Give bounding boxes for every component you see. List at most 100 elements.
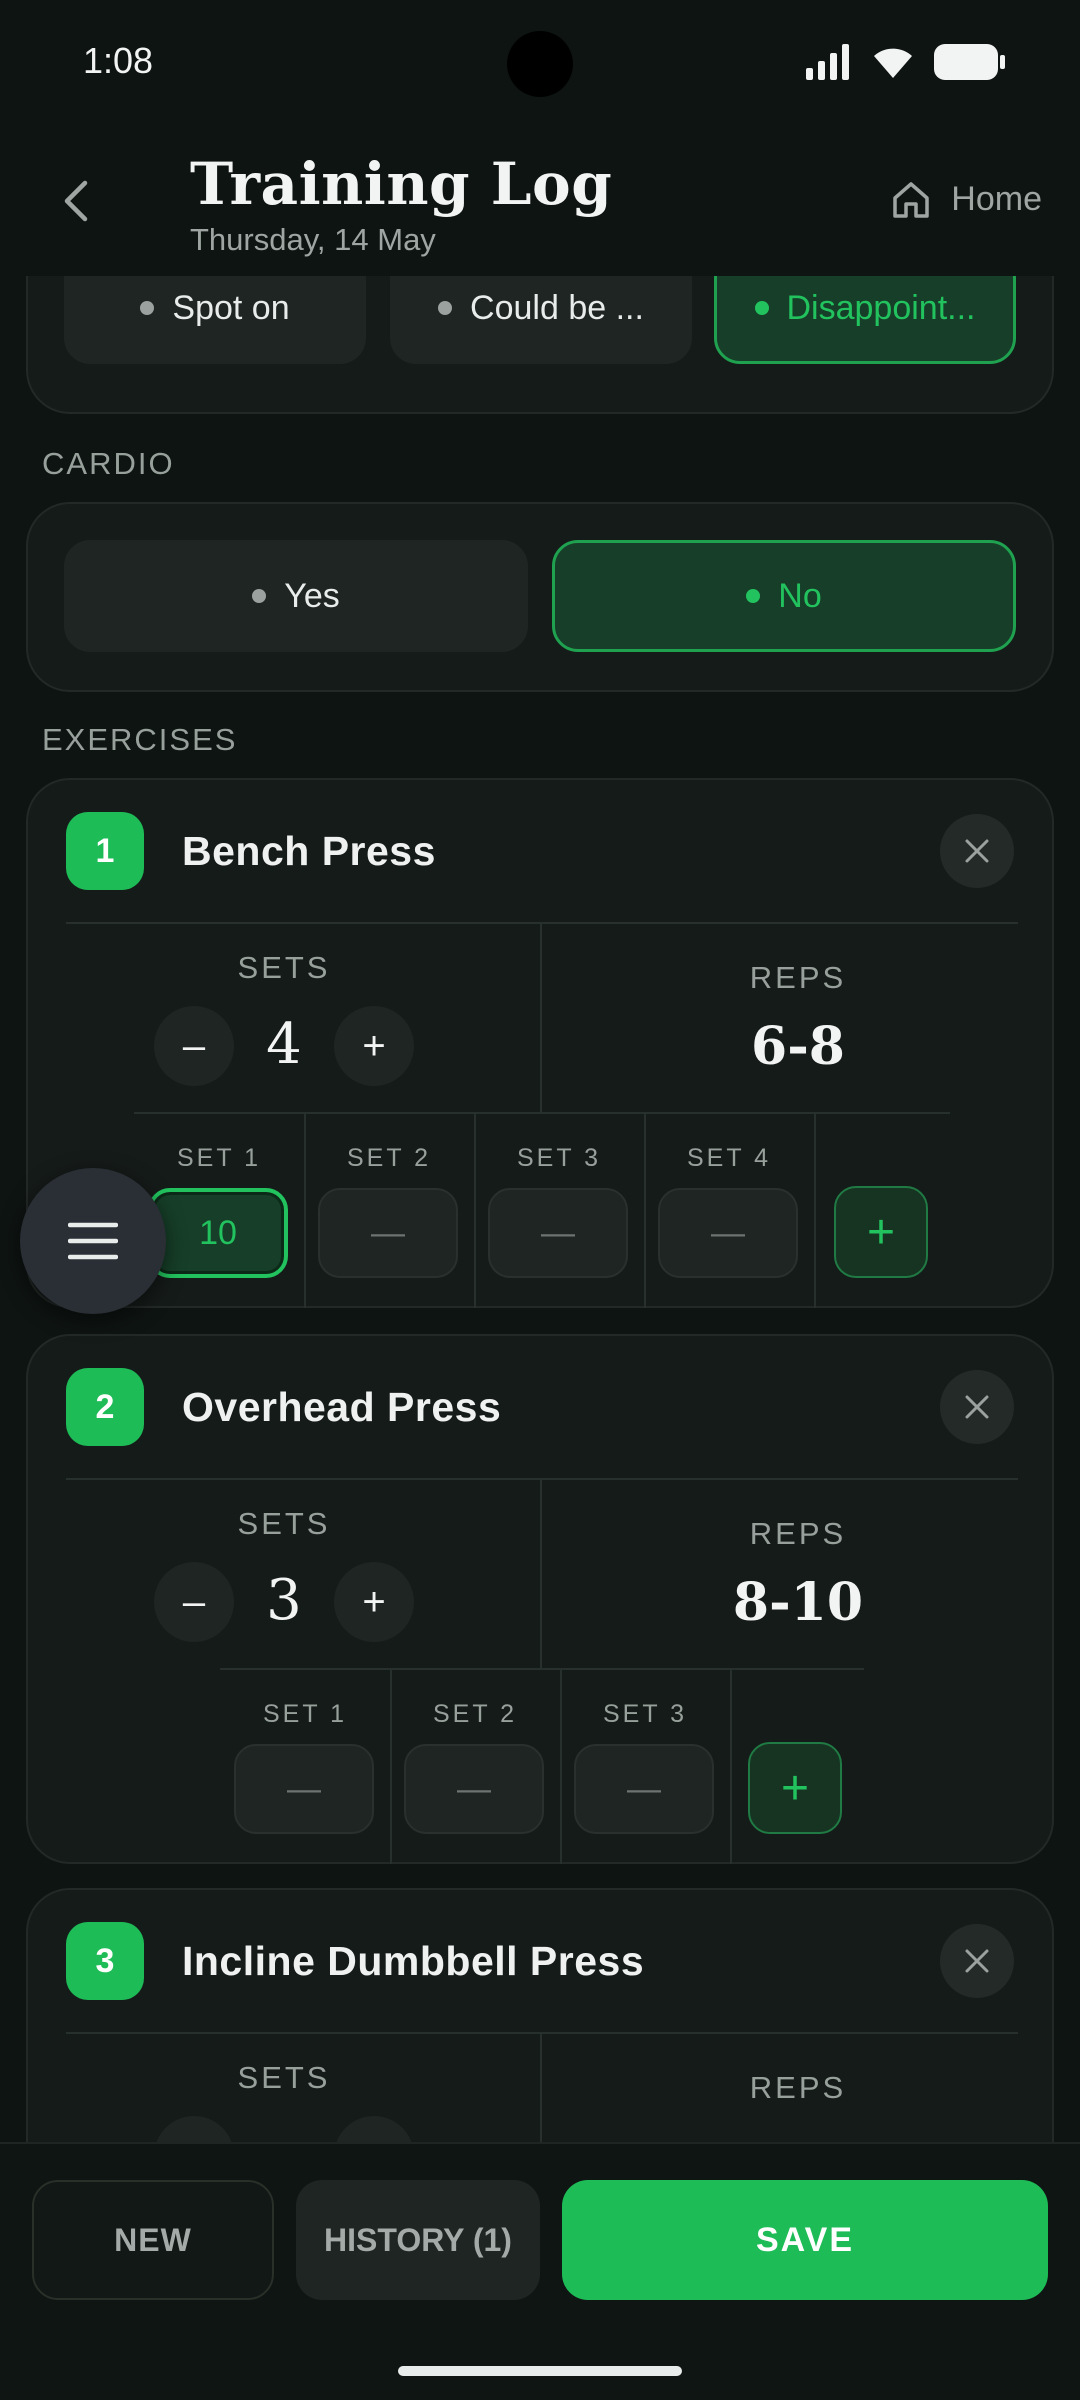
sets-value: 4 (266, 1012, 302, 1077)
chevron-left-icon (64, 180, 88, 222)
set-reps-input[interactable]: — (404, 1744, 544, 1834)
exercise-name: Incline Dumbbell Press (182, 1938, 645, 1984)
page-subtitle: Thursday, 14 May (190, 222, 436, 257)
option-label: Yes (284, 576, 340, 615)
close-icon (965, 1395, 989, 1419)
option-label: Could be ... (470, 288, 644, 327)
wifi-icon (874, 48, 912, 78)
option-label: Spot on (172, 288, 290, 327)
set-reps-input[interactable]: — (574, 1744, 714, 1834)
sets-increment-button[interactable]: + (334, 1006, 414, 1086)
home-label: Home (951, 180, 1042, 218)
set-reps-input[interactable]: — (658, 1188, 798, 1278)
exercise-card: 1 Bench Press SETS – 4 + REPS 6-8 SET 1 … (26, 778, 1054, 1308)
scroll-content[interactable]: Spot on Could be ... Disappoint... CARDI… (0, 276, 1080, 2142)
sets-label: SETS (237, 950, 331, 985)
exercise-card: 3 Incline Dumbbell Press SETS – + REPS (26, 1888, 1054, 2142)
divider (134, 1112, 950, 1114)
option-dot (140, 301, 155, 315)
exercise-name: Bench Press (182, 828, 436, 874)
remove-exercise-button[interactable] (940, 1370, 1014, 1444)
set-label: SET 2 (346, 1144, 432, 1172)
cardio-card: Yes No (26, 502, 1054, 692)
bottom-action-bar: NEW HISTORY (1) SAVE (0, 2142, 1080, 2400)
reps-value: 8-10 (732, 1572, 864, 1633)
set-label: SET 1 (176, 1144, 262, 1172)
option-dot (252, 589, 267, 603)
status-time: 1:08 (83, 40, 154, 81)
divider (730, 1668, 732, 1864)
menu-fab-button[interactable] (20, 1168, 166, 1314)
sets-increment-button[interactable]: + (334, 2116, 414, 2142)
home-indicator[interactable] (398, 2366, 682, 2376)
divider (66, 2032, 1018, 2034)
sets-increment-button[interactable]: + (334, 1562, 414, 1642)
signal-icon (806, 44, 849, 80)
divider (644, 1112, 646, 1308)
set-label: SET 1 (262, 1700, 348, 1728)
feeling-option-could-be[interactable]: Could be ... (390, 276, 692, 364)
page-title: Training Log (190, 150, 613, 218)
battery-icon (934, 44, 1005, 80)
set-reps-input[interactable]: — (318, 1188, 458, 1278)
exercises-section-label: EXERCISES (42, 722, 238, 757)
option-dot (438, 301, 453, 315)
remove-exercise-button[interactable] (940, 1924, 1014, 1998)
feeling-option-spot-on[interactable]: Spot on (64, 276, 366, 364)
divider (390, 1668, 392, 1864)
sets-label: SETS (237, 2060, 331, 2095)
set-reps-input[interactable]: — (234, 1744, 374, 1834)
sets-decrement-button[interactable]: – (154, 2116, 234, 2142)
divider (66, 922, 1018, 924)
app-header: Training Log Thursday, 14 May Home (0, 124, 1080, 276)
exercise-number-badge: 2 (66, 1368, 144, 1446)
set-reps-input[interactable]: 10 (148, 1188, 288, 1278)
status-bar: 1:08 (0, 0, 1080, 124)
new-button[interactable]: NEW (32, 2180, 274, 2300)
set-label: SET 3 (516, 1144, 602, 1172)
feeling-option-disappointed[interactable]: Disappoint... (714, 276, 1016, 364)
home-icon (893, 181, 930, 218)
divider (814, 1112, 816, 1308)
exercise-name: Overhead Press (182, 1384, 502, 1430)
add-set-button[interactable]: + (834, 1186, 928, 1278)
set-label: SET 3 (602, 1700, 688, 1728)
set-label: SET 4 (686, 1144, 772, 1172)
option-label: Disappoint... (786, 288, 976, 327)
option-dot (754, 301, 769, 315)
cardio-section-label: CARDIO (42, 446, 175, 481)
sets-decrement-button[interactable]: – (154, 1006, 234, 1086)
sets-label: SETS (237, 1506, 331, 1541)
cardio-option-no[interactable]: No (552, 540, 1016, 652)
exercise-card: 2 Overhead Press SETS – 3 + REPS 8-10 SE… (26, 1334, 1054, 1864)
reps-label: REPS (749, 2070, 847, 2105)
divider (474, 1112, 476, 1308)
back-button[interactable] (52, 174, 100, 228)
cardio-option-yes[interactable]: Yes (64, 540, 528, 652)
close-icon (965, 839, 989, 863)
history-button[interactable]: HISTORY (1) (296, 2180, 540, 2300)
camera-cutout (507, 31, 573, 97)
exercise-number-badge: 3 (66, 1922, 144, 2000)
feeling-card: Spot on Could be ... Disappoint... (26, 276, 1054, 414)
divider (560, 1668, 562, 1864)
save-button[interactable]: SAVE (562, 2180, 1048, 2300)
sets-decrement-button[interactable]: – (154, 1562, 234, 1642)
sets-value: 3 (266, 1568, 302, 1633)
option-label: No (778, 576, 822, 615)
reps-label: REPS (749, 1516, 847, 1551)
divider (304, 1112, 306, 1308)
remove-exercise-button[interactable] (940, 814, 1014, 888)
home-button[interactable]: Home (891, 180, 1042, 219)
reps-value: 6-8 (751, 1016, 845, 1077)
exercise-number-badge: 1 (66, 812, 144, 890)
hamburger-menu-icon (68, 1222, 118, 1260)
add-set-button[interactable]: + (748, 1742, 842, 1834)
divider (220, 1668, 864, 1670)
set-label: SET 2 (432, 1700, 518, 1728)
reps-label: REPS (749, 960, 847, 995)
set-reps-input[interactable]: — (488, 1188, 628, 1278)
option-dot (746, 589, 761, 603)
divider (66, 1478, 1018, 1480)
status-icons (806, 44, 1006, 80)
